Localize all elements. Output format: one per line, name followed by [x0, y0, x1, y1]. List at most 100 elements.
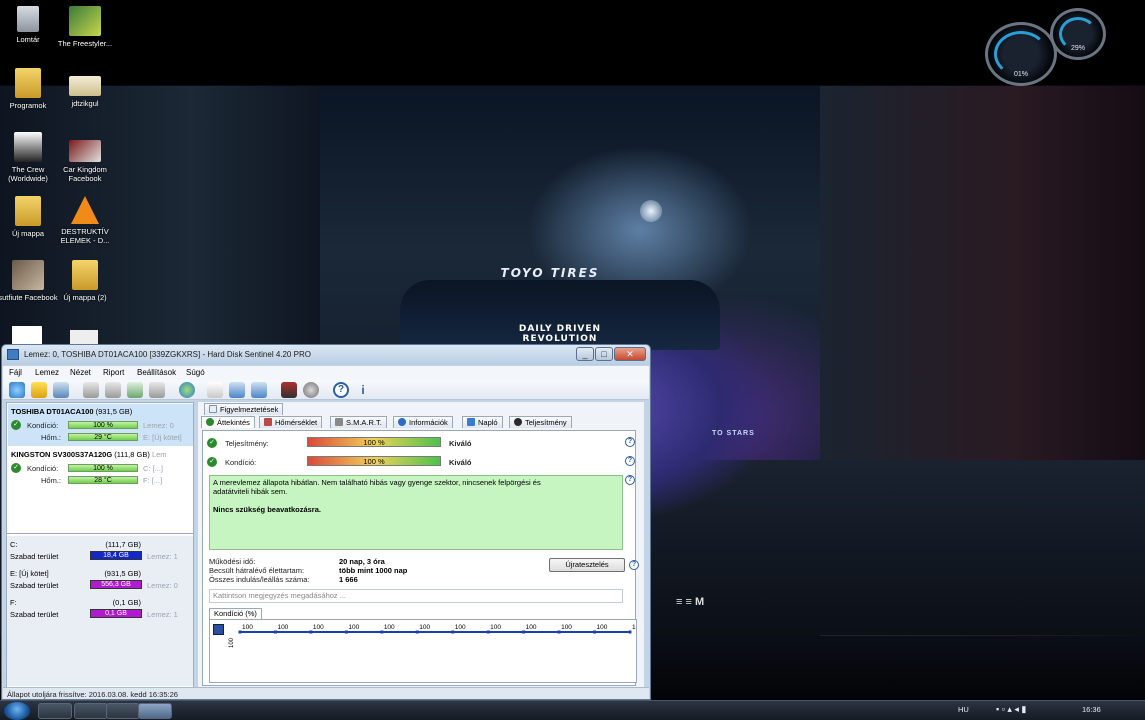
tab-overview[interactable]: Áttekintés — [201, 416, 255, 428]
cpu-meter-gadget[interactable]: 01% — [985, 22, 1057, 86]
disk-entry[interactable]: KINGSTON SV300S37A120G (111,8 GB) Lem ✓ … — [8, 447, 193, 489]
desktop-icon-the-crew[interactable]: The Crew (Worldwide) — [0, 132, 59, 183]
mail-icon[interactable] — [251, 382, 267, 398]
menu-view[interactable]: Nézet — [70, 368, 91, 377]
menu-disk[interactable]: Lemez — [35, 368, 59, 377]
wallpaper-plate-line2: REVOLUTION — [522, 334, 598, 344]
window-titlebar[interactable]: Lemez: 0, TOSHIBA DT01ACA100 [339ZGKXRS]… — [2, 345, 650, 365]
tool-icon[interactable] — [83, 382, 99, 398]
desktop-icon-partial[interactable] — [12, 326, 42, 344]
hard-disk-sentinel-window[interactable]: Lemez: 0, TOSHIBA DT01ACA100 [339ZGKXRS]… — [1, 344, 651, 700]
disk-entry[interactable]: TOSHIBA DT01ACA100 (931,5 GB) ✓ Kondíció… — [8, 404, 193, 446]
close-button[interactable]: ✕ — [614, 347, 646, 361]
wallpaper-banner-text: TOYO TIRES — [500, 266, 600, 280]
recycle-bin-icon — [17, 6, 39, 32]
info-icon[interactable]: i — [355, 382, 371, 398]
chart-data-label: 100 — [313, 624, 324, 631]
performance-bar: 100 % — [307, 437, 441, 447]
help-icon[interactable]: ? — [333, 382, 349, 398]
taskbar-app-button[interactable] — [106, 703, 140, 719]
tool-icon[interactable] — [149, 382, 165, 398]
tab-log[interactable]: Napló — [462, 416, 503, 428]
desktop-icon-recycle-bin[interactable]: Lomtár — [0, 6, 59, 44]
the-crew-icon — [14, 132, 42, 162]
wallpaper-plate-text: DAILY DRIVEN REVOLUTION — [485, 324, 635, 346]
tab-temperature[interactable]: Hőmérséklet — [259, 416, 323, 428]
comment-input[interactable]: Kattintson megjegyzés megadásához ... — [209, 589, 623, 603]
temp-label: Hőm.: — [41, 433, 62, 442]
menu-file[interactable]: Fájl — [9, 368, 22, 377]
gear-icon[interactable] — [303, 382, 319, 398]
menu-settings[interactable]: Beállítások — [137, 368, 176, 377]
performance-icon — [514, 418, 522, 426]
tab-performance[interactable]: Teljesítmény — [509, 416, 572, 428]
temp-label: Hőm.: — [41, 476, 62, 485]
tool-icon[interactable] — [105, 382, 121, 398]
ram-meter-gadget[interactable]: 29% — [1050, 8, 1106, 60]
condition-label: Kondíció: — [27, 421, 59, 430]
condition-bar: 100 % — [68, 464, 138, 472]
disk-icon[interactable] — [53, 382, 69, 398]
desktop-icon-freestyler[interactable]: The Freestyler... — [54, 6, 116, 48]
clock[interactable]: 16:36 — [1082, 705, 1101, 714]
chart-data-label: 100 — [561, 624, 572, 631]
cpu-percent: 01% — [1013, 71, 1028, 78]
menu-bar: Fájl Lemez Nézet Riport Beállítások Súgó — [3, 366, 649, 380]
desktop-icon-jdtzikgul[interactable]: jdtzikgul — [54, 76, 116, 108]
chart-data-label: 100 — [384, 624, 395, 631]
taskbar-explorer-button[interactable] — [74, 703, 108, 719]
help-icon[interactable]: ? — [625, 475, 635, 485]
free-space-label: Szabad terület — [10, 552, 59, 561]
volume-letter: F: — [10, 598, 17, 607]
desktop-icon-programok[interactable]: Programok — [0, 68, 59, 110]
copy-icon[interactable] — [229, 382, 245, 398]
disk-list-panel: TOSHIBA DT01ACA100 (931,5 GB) ✓ Kondíció… — [6, 402, 194, 688]
desktop-icon-uj-mappa-2[interactable]: Új mappa (2) — [54, 260, 116, 302]
disk-index: Lemez: 0 — [143, 421, 174, 430]
retest-button[interactable]: Újratesztelés — [549, 558, 625, 572]
stat-label: Összes indulás/leállás száma: — [209, 575, 310, 584]
desktop-icon-sutfiute[interactable]: sutfiute Facebook — [0, 260, 59, 302]
refresh-icon[interactable] — [9, 382, 25, 398]
maximize-button[interactable]: □ — [595, 347, 613, 361]
ram-percent: 29% — [1070, 45, 1085, 52]
document-icon[interactable] — [207, 382, 223, 398]
volume-size: (111,7 GB) — [105, 540, 141, 549]
status-message-box: A merevlemez állapota hibátlan. Nem talá… — [209, 475, 623, 550]
volume-list: C: (111,7 GB) Szabad terület 18,4 GB Lem… — [7, 536, 193, 686]
menu-help[interactable]: Súgó — [186, 368, 205, 377]
taskbar-browser-button[interactable] — [38, 703, 72, 719]
start-button[interactable] — [4, 702, 30, 720]
disk-name: TOSHIBA DT01ACA100 (931,5 GB) — [11, 407, 133, 416]
status-message-line: adatátviteli hibák sem. — [213, 487, 288, 496]
overview-content: ✓ Teljesítmény: 100 % Kiváló ? ✓ Kondíci… — [202, 430, 639, 686]
tool-icon[interactable] — [127, 382, 143, 398]
menu-report[interactable]: Riport — [103, 368, 124, 377]
chart-tab-condition[interactable]: Kondíció (%) — [209, 608, 262, 619]
status-bar: Állapot utoljára frissítve: 2016.03.08. … — [3, 687, 649, 699]
taskbar-hds-button[interactable] — [138, 703, 172, 719]
wallpaper-menu-glyphs: ≡ ≡ M — [676, 596, 705, 608]
minimize-button[interactable]: _ — [576, 347, 594, 361]
desktop-icon-car-kingdom[interactable]: Car Kingdom Facebook — [54, 140, 116, 183]
chart-data-label: 100 — [526, 624, 537, 631]
tab-warnings[interactable]: Figyelmeztetések — [204, 403, 284, 415]
help-icon[interactable]: ? — [629, 560, 639, 570]
volume-size: (0,1 GB) — [112, 598, 141, 607]
tray-icons[interactable]: ▪ ▫ ▴ ◂ ▮ — [996, 704, 1026, 715]
language-indicator[interactable]: HU — [958, 705, 969, 714]
tab-information[interactable]: Információk — [393, 416, 453, 428]
web-shortcut-icon — [69, 140, 101, 162]
desktop-icon-uj-mappa[interactable]: Új mappa — [0, 196, 59, 238]
temp-bar: 29 °C — [68, 433, 138, 441]
desktop-icon-destruktiv[interactable]: DESTRUKTÍV ELEMEK - D... — [54, 196, 116, 245]
tab-smart[interactable]: S.M.A.R.T. — [330, 416, 387, 428]
thermometer-icon — [264, 418, 272, 426]
help-icon[interactable]: ? — [625, 456, 635, 466]
desktop-icon-label: Új mappa — [11, 229, 45, 238]
monitor-icon[interactable] — [281, 382, 297, 398]
help-icon[interactable]: ? — [625, 437, 635, 447]
warning-icon[interactable] — [31, 382, 47, 398]
desktop-icon-partial-2[interactable] — [70, 330, 98, 344]
globe-icon[interactable] — [179, 382, 195, 398]
